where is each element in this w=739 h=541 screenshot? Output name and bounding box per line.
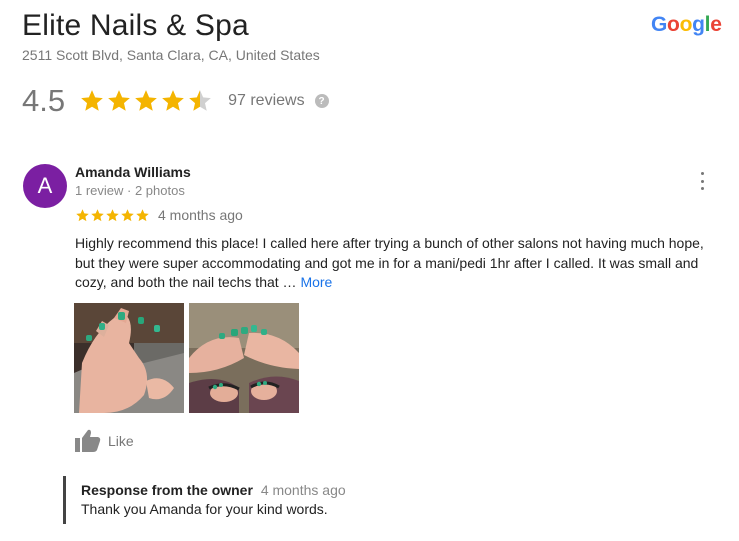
more-link[interactable]: More: [300, 274, 332, 290]
google-logo-letter: o: [679, 13, 693, 36]
star-icon: [189, 90, 211, 111]
owner-response: Response from the owner 4 months ago Tha…: [63, 476, 346, 524]
star-icon: [121, 208, 134, 221]
star-icon: [136, 208, 149, 221]
review-text: Highly recommend this place! I called he…: [75, 234, 725, 293]
rating-value: 4.5: [22, 83, 66, 118]
hands-and-feet-photo-image: [189, 303, 299, 413]
owner-response-header: Response from the owner 4 months ago: [81, 482, 346, 498]
owner-response-time: 4 months ago: [260, 482, 346, 498]
reviewer-name[interactable]: Amanda Williams: [75, 164, 191, 180]
star-icon: [81, 90, 103, 111]
like-button[interactable]: Like: [75, 429, 134, 453]
reviews-count-link[interactable]: 97 reviews: [228, 92, 304, 110]
business-address: 2511 Scott Blvd, Santa Clara, CA, United…: [22, 47, 320, 63]
google-logo-letter: o: [667, 13, 680, 36]
help-icon[interactable]: ?: [314, 94, 329, 108]
hand-photo-image: [74, 303, 184, 413]
star-icon: [106, 208, 119, 221]
owner-response-title: Response from the owner: [81, 482, 253, 498]
review-photo-2[interactable]: [189, 303, 299, 413]
star-icon: [108, 90, 130, 111]
review-stars: [75, 208, 150, 223]
thumbs-up-icon: [75, 429, 101, 452]
google-logo: Google: [651, 13, 722, 37]
star-icon: [91, 208, 104, 221]
business-name: Elite Nails & Spa: [22, 9, 249, 42]
avatar[interactable]: A: [23, 164, 67, 208]
reviewer-meta: 1 review · 2 photos: [75, 183, 185, 198]
rating-summary: 4.5 97 reviews ?: [22, 83, 329, 118]
owner-response-text: Thank you Amanda for your kind words.: [81, 501, 328, 517]
more-vert-icon[interactable]: [694, 172, 710, 190]
star-icon: [162, 90, 184, 111]
review-time: 4 months ago: [158, 207, 243, 223]
review-rating: 4 months ago: [75, 207, 243, 223]
like-label: Like: [108, 433, 134, 449]
google-logo-letter: G: [651, 13, 668, 36]
rating-stars: [79, 88, 214, 114]
star-icon: [76, 208, 89, 221]
review-body: Highly recommend this place! I called he…: [75, 235, 704, 290]
star-icon: [135, 90, 157, 111]
review-photo-1[interactable]: [74, 303, 184, 413]
google-logo-letter: e: [710, 13, 722, 36]
google-logo-letter: g: [692, 13, 705, 36]
